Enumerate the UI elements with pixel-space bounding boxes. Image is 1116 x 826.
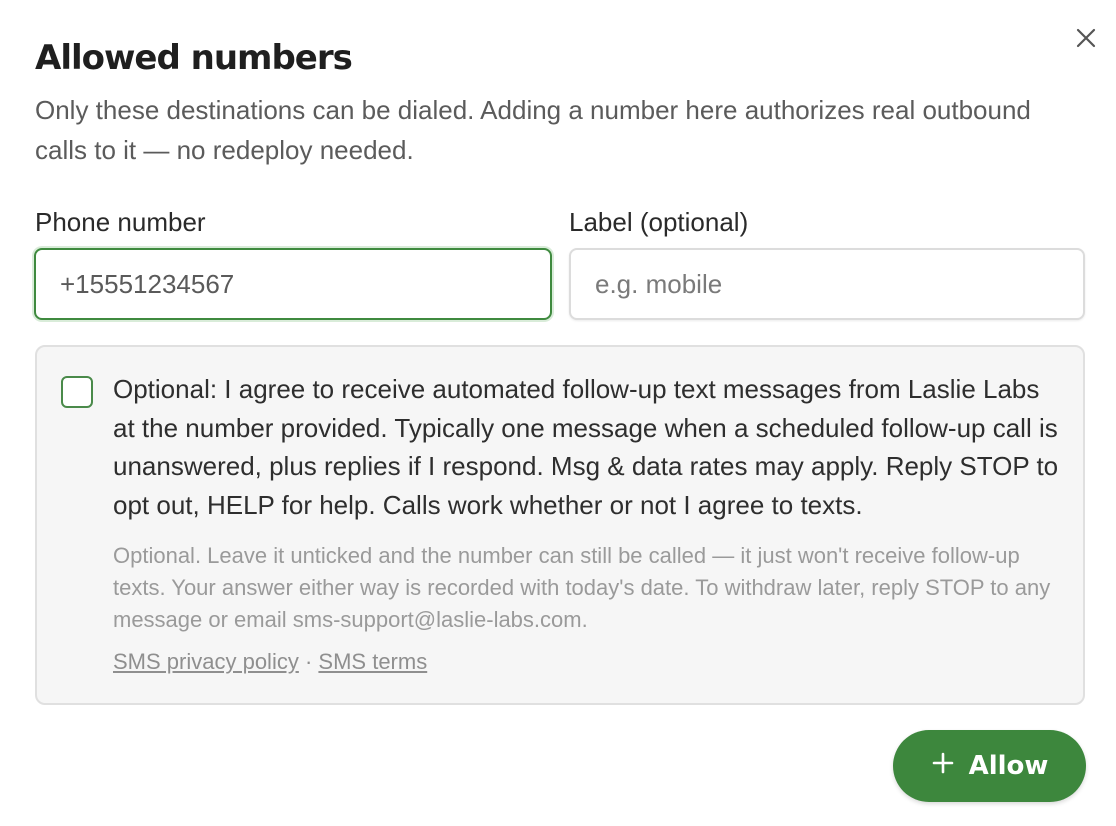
allow-button-label: Allow [968,751,1049,781]
link-separator: · [304,649,313,674]
close-button[interactable] [1070,24,1102,56]
sms-links: SMS privacy policy · SMS terms [113,649,427,675]
dialog-subtitle: Only these destinations can be dialed. A… [35,95,1031,165]
label-input[interactable] [569,248,1085,320]
phone-number-label: Phone number [35,207,206,237]
sms-consent-note: Optional. Leave it unticked and the numb… [113,543,1051,632]
allow-button[interactable]: Allow [893,730,1086,802]
sms-consent-panel: Optional: I agree to receive automated f… [35,345,1085,705]
allowed-numbers-dialog: Allowed numbers Only these destinations … [0,0,1116,826]
close-icon [1074,26,1098,54]
plus-icon [931,751,955,782]
phone-number-input[interactable] [34,248,552,320]
dialog-title: Allowed numbers [35,38,353,78]
sms-consent-text: Optional: I agree to receive automated f… [113,374,1059,520]
sms-terms-link[interactable]: SMS terms [318,649,427,674]
sms-privacy-policy-link[interactable]: SMS privacy policy [113,649,299,674]
sms-consent-checkbox[interactable] [61,376,93,408]
label-field-label: Label (optional) [569,207,749,237]
